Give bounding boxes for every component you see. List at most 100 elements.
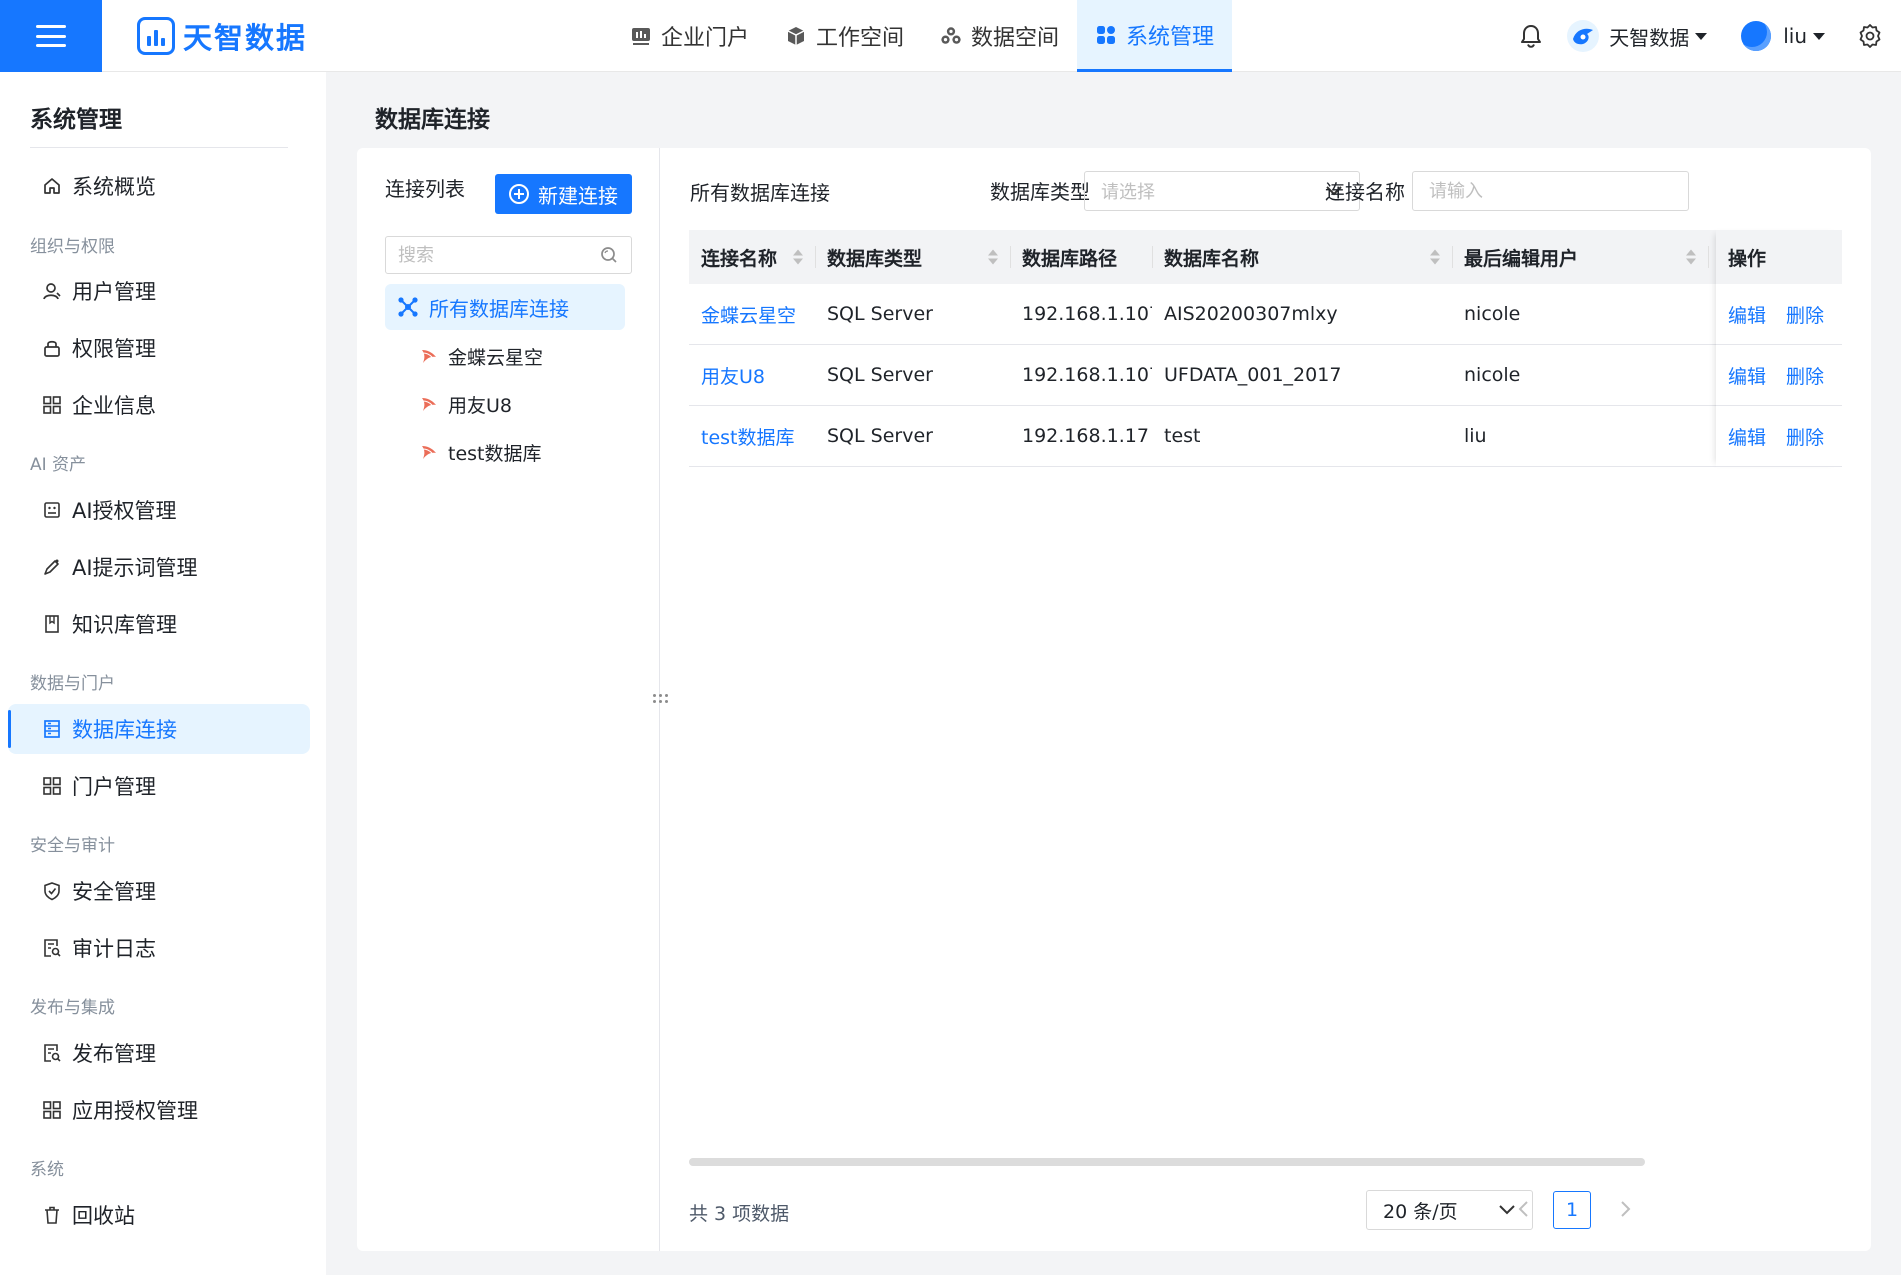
delete-button[interactable]: 删除 — [1786, 362, 1824, 389]
delete-button[interactable]: 删除 — [1786, 301, 1824, 328]
sidebar-divider — [30, 147, 288, 148]
column-header-dbname[interactable]: 数据库名称 — [1152, 230, 1452, 284]
db-type-select-value: 请选择 — [1101, 182, 1155, 203]
sidebar-item-security[interactable]: 安全管理 — [8, 866, 310, 916]
sidebar-item-ai-auth[interactable]: AI授权管理 — [8, 485, 310, 535]
nav-dataspace[interactable]: 数据空间 — [922, 0, 1077, 72]
sort-icon — [988, 249, 998, 265]
bell-icon — [1521, 25, 1542, 48]
nav-enterprise-portal[interactable]: 企业门户 — [612, 0, 767, 72]
nav-workspace[interactable]: 工作空间 — [767, 0, 922, 72]
sidebar-item-users[interactable]: 用户管理 — [8, 266, 310, 316]
sidebar-item-db-connection[interactable]: 数据库连接 — [8, 704, 310, 754]
content-title: 所有数据库连接 — [690, 181, 830, 205]
caret-down-icon — [1813, 32, 1825, 40]
sidebar-item-label: 用户管理 — [72, 280, 156, 304]
sidebar-item-label: 知识库管理 — [72, 613, 177, 637]
edit-button[interactable]: 编辑 — [1728, 362, 1766, 389]
sql-server-icon — [420, 395, 438, 413]
table-row: 用友U8 SQL Server 192.168.1.107 UFDATA_001… — [689, 345, 1842, 406]
table-cell-dbname: UFDATA_001_2017 — [1164, 364, 1342, 386]
sidebar-group-label: AI 资产 — [30, 455, 87, 475]
table-cell-editor: nicole — [1464, 303, 1521, 325]
connection-list-panel: 连接列表 新建连接 所有数据库连接 金蝶云星空 用友U8 test数据库 — [357, 148, 660, 1251]
sidebar-item-knowledge[interactable]: 知识库管理 — [8, 599, 310, 649]
column-header-label: 最后编辑用户 — [1464, 247, 1579, 270]
prev-page-button[interactable] — [1517, 1196, 1531, 1224]
sidebar-item-portal[interactable]: 门户管理 — [8, 761, 310, 811]
new-connection-button[interactable]: 新建连接 — [495, 174, 632, 214]
delete-button[interactable]: 删除 — [1786, 423, 1824, 450]
connection-name-link[interactable]: 金蝶云星空 — [689, 284, 815, 345]
tree-node-connection[interactable]: test数据库 — [420, 432, 542, 472]
top-nav: 企业门户 工作空间 数据空间 系统管理 — [612, 0, 1233, 72]
top-header: 天智数据 企业门户 工作空间 数据空间 系统管理 天智数据 liu — [0, 0, 1901, 72]
sidebar-item-label: 审计日志 — [72, 937, 156, 961]
sidebar-title: 系统管理 — [30, 107, 122, 133]
connection-name-link[interactable]: 用友U8 — [689, 345, 815, 406]
column-header-label: 数据库路径 — [1022, 247, 1118, 270]
search-icon[interactable] — [599, 245, 619, 265]
tree-root-all-connections[interactable]: 所有数据库连接 — [385, 284, 625, 330]
sidebar-item-app-auth[interactable]: 应用授权管理 — [8, 1085, 310, 1135]
tree-node-label: test数据库 — [448, 442, 542, 465]
org-switcher[interactable]: 天智数据 — [1567, 20, 1708, 52]
plus-circle-icon — [509, 184, 529, 204]
column-header-label: 连接名称 — [701, 247, 778, 270]
column-header-last-editor[interactable]: 最后编辑用户 — [1452, 230, 1708, 284]
book-icon — [42, 614, 62, 634]
table-header: 连接名称 数据库类型 数据库路径 数据库名称 最后编辑用户 — [689, 230, 1842, 284]
connection-name-input[interactable] — [1429, 180, 1672, 202]
column-header-type[interactable]: 数据库类型 — [815, 230, 1010, 284]
next-page-button[interactable] — [1618, 1196, 1632, 1224]
sidebar-item-overview[interactable]: 系统概览 — [8, 161, 310, 211]
db-type-select[interactable]: 请选择 — [1084, 171, 1360, 211]
connection-name-link[interactable]: test数据库 — [689, 406, 815, 467]
edit-button[interactable]: 编辑 — [1728, 301, 1766, 328]
edit-button[interactable]: 编辑 — [1728, 423, 1766, 450]
row-actions: 编辑 删除 — [1716, 406, 1842, 467]
document-search-icon — [42, 1043, 62, 1063]
network-icon — [397, 296, 419, 318]
user-menu[interactable]: liu — [1741, 21, 1825, 51]
lock-icon — [42, 338, 62, 358]
tree-node-connection[interactable]: 用友U8 — [420, 384, 512, 424]
tree-node-label: 金蝶云星空 — [448, 346, 544, 369]
column-header-name[interactable]: 连接名称 — [689, 230, 815, 284]
sidebar-item-permissions[interactable]: 权限管理 — [8, 323, 310, 373]
cube-icon — [785, 25, 807, 47]
sidebar-item-recycle[interactable]: 回收站 — [8, 1190, 310, 1240]
sidebar-group-label: 数据与门户 — [30, 674, 115, 694]
nav-label: 系统管理 — [1126, 24, 1215, 50]
sidebar-item-label: AI提示词管理 — [72, 556, 198, 580]
sidebar-item-publish[interactable]: 发布管理 — [8, 1028, 310, 1078]
menu-toggle-button[interactable] — [0, 0, 102, 72]
hamburger-icon — [36, 25, 66, 47]
document-search-icon — [42, 938, 62, 958]
notification-button[interactable] — [1519, 23, 1543, 49]
page-size-select[interactable]: 20 条/页 — [1366, 1190, 1533, 1230]
table-cell-path: 192.168.1.107 — [1022, 364, 1152, 386]
sidebar-item-enterprise[interactable]: 企业信息 — [8, 380, 310, 430]
org-name: 天智数据 — [1609, 25, 1690, 50]
horizontal-scrollbar[interactable] — [689, 1158, 1645, 1166]
sort-icon — [1430, 249, 1440, 265]
sidebar-item-label: 系统概览 — [72, 175, 156, 199]
grid-icon — [42, 776, 62, 796]
user-name: liu — [1783, 24, 1807, 48]
tree-search-input[interactable] — [398, 244, 599, 266]
trash-icon — [42, 1205, 62, 1225]
page-number-current[interactable]: 1 — [1553, 1191, 1591, 1229]
sidebar-item-label: 权限管理 — [72, 337, 156, 361]
row-actions: 编辑 删除 — [1716, 345, 1842, 406]
column-header-actions: 操作 — [1716, 230, 1842, 284]
settings-button[interactable] — [1857, 23, 1883, 49]
sidebar-item-audit[interactable]: 审计日志 — [8, 923, 310, 973]
app-logo[interactable]: 天智数据 — [137, 14, 307, 58]
page-size-value: 20 条/页 — [1383, 1200, 1458, 1223]
tree-node-connection[interactable]: 金蝶云星空 — [420, 336, 543, 376]
table-cell-path: 192.168.1.107 — [1022, 303, 1152, 325]
grid-icon — [42, 1100, 62, 1120]
sidebar-item-ai-prompt[interactable]: AI提示词管理 — [8, 542, 310, 592]
nav-system-management[interactable]: 系统管理 — [1077, 0, 1233, 72]
